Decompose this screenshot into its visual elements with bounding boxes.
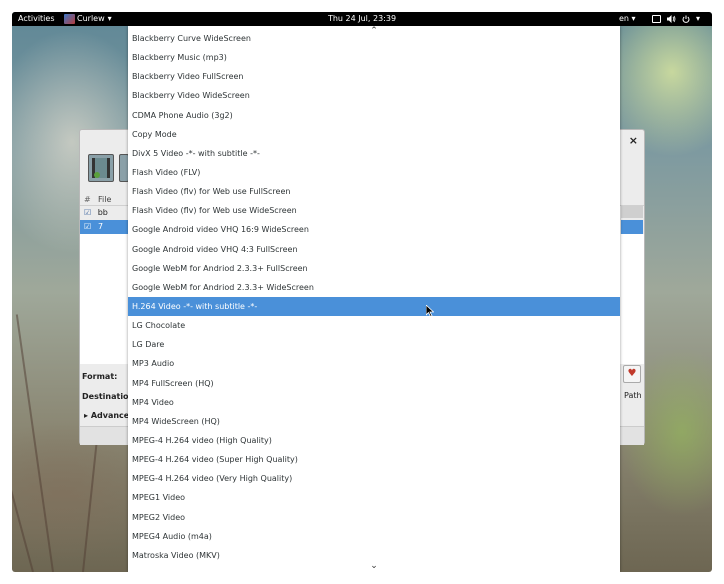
menu-item[interactable]: Blackberry Video WideScreen bbox=[128, 86, 620, 105]
menu-item[interactable]: MPEG2 Video bbox=[128, 508, 620, 527]
speaker-icon bbox=[667, 15, 676, 23]
menu-item[interactable]: Blackberry Curve WideScreen bbox=[128, 29, 620, 48]
film-icon bbox=[92, 158, 110, 178]
close-button[interactable]: × bbox=[629, 134, 638, 147]
file-row-selected-tail bbox=[621, 220, 643, 234]
menu-item[interactable]: MP4 Video bbox=[128, 393, 620, 412]
menu-item[interactable]: Google WebM for Andriod 2.3.3+ WideScree… bbox=[128, 278, 620, 297]
format-label: Format: bbox=[82, 372, 118, 381]
menu-item[interactable]: LG Dare bbox=[128, 335, 620, 354]
menu-item[interactable]: Blackberry Music (mp3) bbox=[128, 48, 620, 67]
chevron-down-icon: ▾ bbox=[696, 14, 701, 23]
menu-item[interactable]: Blackberry Video FullScreen bbox=[128, 67, 620, 86]
menu-item[interactable]: MPEG-4 H.264 video (Super High Quality) bbox=[128, 450, 620, 469]
format-list: Blackberry Curve WideScreen Blackberry Mu… bbox=[128, 29, 620, 565]
clock-container: Thu 24 Jul, 23:39 bbox=[12, 12, 712, 26]
curlew-app-icon bbox=[64, 14, 75, 24]
expander-arrow-icon: ▸ bbox=[84, 411, 89, 420]
system-status-area[interactable]: ▾ bbox=[652, 12, 700, 26]
clock[interactable]: Thu 24 Jul, 23:39 bbox=[328, 14, 396, 23]
file-name: bb bbox=[97, 208, 108, 217]
menu-item[interactable]: MPEG-4 H.264 video (High Quality) bbox=[128, 431, 620, 450]
menu-item[interactable]: MPEG1 Video bbox=[128, 488, 620, 507]
file-row-tail bbox=[621, 206, 643, 218]
add-file-icon[interactable] bbox=[88, 154, 114, 182]
app-menu[interactable]: Curlew ▾ bbox=[64, 12, 112, 26]
menu-item[interactable]: MP3 Audio bbox=[128, 354, 620, 373]
menu-item[interactable]: DivX 5 Video -*- with subtitle -*- bbox=[128, 144, 620, 163]
menu-item[interactable]: MPEG4 Audio (m4a) bbox=[128, 527, 620, 546]
menu-item[interactable]: Google WebM for Andriod 2.3.3+ FullScree… bbox=[128, 259, 620, 278]
scroll-down-arrow-icon[interactable]: ⌄ bbox=[128, 561, 620, 571]
power-icon bbox=[682, 15, 690, 23]
activities-button[interactable]: Activities bbox=[18, 12, 55, 26]
file-row-selected[interactable]: ☑ 7 bbox=[80, 220, 129, 234]
menu-item[interactable]: LG Chocolate bbox=[128, 316, 620, 335]
menu-item[interactable]: Flash Video (flv) for Web use WideScreen bbox=[128, 201, 620, 220]
chevron-down-icon: ▾ bbox=[107, 14, 112, 23]
menu-item[interactable]: Google Android video VHQ 4:3 FullScreen bbox=[128, 240, 620, 259]
file-name: 7 bbox=[98, 222, 104, 231]
menu-item[interactable]: MP4 WideScreen (HQ) bbox=[128, 412, 620, 431]
top-bar: Activities Curlew ▾ Thu 24 Jul, 23:39 en… bbox=[12, 12, 712, 26]
menu-item[interactable]: Flash Video (flv) for Web use FullScreen bbox=[128, 182, 620, 201]
column-header-file[interactable]: File bbox=[98, 195, 111, 204]
path-button[interactable]: Path bbox=[624, 391, 642, 400]
menu-item[interactable]: Flash Video (FLV) bbox=[128, 163, 620, 182]
file-row[interactable]: ☑ bb bbox=[84, 208, 108, 217]
menu-item[interactable]: CDMA Phone Audio (3g2) bbox=[128, 106, 620, 125]
language-label: en bbox=[619, 14, 629, 23]
menu-item[interactable]: MP4 FullScreen (HQ) bbox=[128, 374, 620, 393]
app-menu-label: Curlew bbox=[77, 14, 105, 23]
menu-item[interactable]: Copy Mode bbox=[128, 125, 620, 144]
menu-item[interactable]: MPEG-4 H.264 video (Very High Quality) bbox=[128, 469, 620, 488]
menu-item[interactable]: Google Android video VHQ 16:9 WideScreen bbox=[128, 220, 620, 239]
chevron-down-icon: ▾ bbox=[631, 14, 636, 23]
checkbox-checked-icon[interactable]: ☑ bbox=[84, 222, 91, 231]
checkbox-checked-icon[interactable]: ☑ bbox=[84, 208, 91, 217]
window-icon bbox=[652, 15, 661, 23]
column-header-number: # bbox=[84, 195, 91, 204]
desktop: Activities Curlew ▾ Thu 24 Jul, 23:39 en… bbox=[12, 12, 712, 572]
menu-item-selected[interactable]: H.264 Video -*- with subtitle -*- bbox=[128, 296, 620, 317]
favorite-button[interactable]: ♥ bbox=[623, 365, 641, 383]
format-dropdown-menu[interactable]: ⌃ Blackberry Curve WideScreen Blackberry … bbox=[128, 26, 620, 572]
language-indicator[interactable]: en ▾ bbox=[619, 12, 636, 26]
